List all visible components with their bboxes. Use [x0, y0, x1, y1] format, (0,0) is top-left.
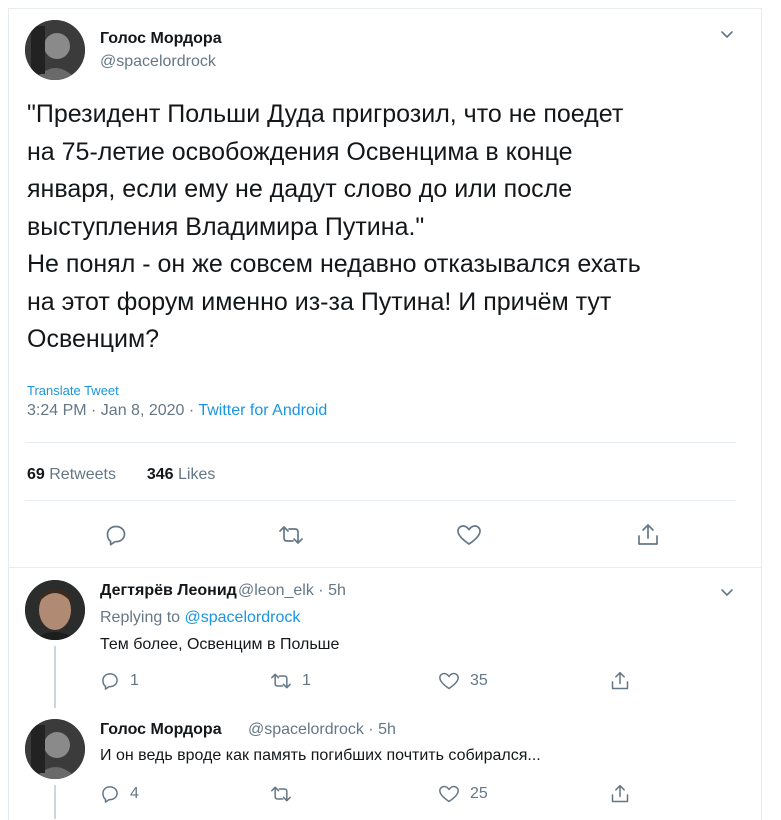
chevron-down-icon[interactable] — [719, 26, 735, 42]
share-icon — [611, 671, 629, 690]
divider — [25, 500, 736, 501]
reply-author-name[interactable]: Дегтярёв Леонид — [100, 582, 237, 600]
reply-count: 4 — [130, 785, 139, 802]
reply-icon — [102, 786, 118, 803]
chevron-down-icon[interactable] — [719, 584, 735, 600]
thread-line — [54, 785, 56, 819]
retweet-button[interactable] — [270, 784, 302, 804]
share-button[interactable] — [610, 670, 630, 692]
like-button[interactable]: 25 — [438, 784, 488, 804]
divider — [8, 567, 761, 568]
retweets-stat[interactable]: 69 Retweets — [27, 466, 116, 483]
reply-author-handle[interactable]: @spacelordrock · 5h — [248, 721, 396, 739]
likes-label: Likes — [178, 466, 216, 483]
reply-author-avatar[interactable] — [25, 580, 85, 640]
tweet-meta: 3:24 PM · Jan 8, 2020 · Twitter for Andr… — [27, 402, 327, 420]
author-avatar[interactable] — [25, 20, 85, 80]
like-button[interactable] — [456, 523, 482, 547]
source-app-link[interactable]: Twitter for Android — [198, 402, 327, 419]
reply-icon — [106, 525, 126, 546]
likes-count: 346 — [146, 466, 174, 483]
retweet-button[interactable]: 1 — [270, 671, 311, 691]
author-name[interactable]: Голос Мордора — [100, 30, 222, 48]
retweets-label: Retweets — [49, 466, 116, 483]
tweet-stats: 69 Retweets 346 Likes — [27, 466, 215, 484]
share-button[interactable] — [610, 783, 630, 805]
author-handle[interactable]: @spacelordrock — [100, 53, 216, 71]
reply-author-name[interactable]: Голос Мордора — [100, 721, 222, 739]
tweet-text-line: Освенцим? — [27, 325, 160, 353]
retweets-count: 69 — [27, 466, 45, 483]
tweet-text: "Президент Польши Дуда пригрозил, что не… — [27, 96, 747, 359]
tweet-text-line: выступления Владимира Путина." — [27, 212, 425, 241]
replying-to: Replying to @spacelordrock — [100, 609, 300, 627]
reply-author-handle[interactable]: @leon_elk · 5h — [238, 582, 346, 600]
like-count: 25 — [470, 785, 488, 802]
share-icon — [611, 784, 629, 803]
retweet-icon — [271, 786, 291, 802]
reply-text: Тем более, Освенцим в Польше — [100, 636, 340, 653]
reply-count: 1 — [130, 672, 139, 689]
tweet-text-line: "Президент Польши Дуда пригрозил, что не… — [27, 100, 624, 128]
retweet-icon — [279, 526, 303, 544]
likes-stat[interactable]: 346 Likes — [147, 466, 216, 483]
reply-text: И он ведь вроде как память погибших почт… — [100, 747, 541, 764]
like-icon — [439, 672, 459, 690]
retweet-button[interactable] — [278, 523, 304, 547]
tweet-text-line: Не понял - он же совсем недавно отказыва… — [27, 250, 641, 278]
replying-to-prefix: Replying to — [100, 609, 185, 626]
tweet-timestamp[interactable]: 3:24 PM · Jan 8, 2020 · — [27, 402, 198, 419]
like-icon — [439, 785, 459, 803]
tweet-text-line: на этот форум именно из-за Путина! И при… — [27, 287, 612, 316]
reply-icon — [102, 673, 118, 690]
reply-author-avatar[interactable] — [25, 719, 85, 779]
reply-button[interactable] — [104, 523, 128, 547]
like-icon — [457, 525, 481, 545]
divider — [25, 442, 736, 443]
share-icon — [638, 524, 658, 545]
replying-to-handle[interactable]: @spacelordrock — [185, 609, 301, 626]
tweet-text-line: января, если ему не дадут слово до или п… — [27, 175, 573, 203]
retweet-icon — [271, 673, 291, 689]
thread-line — [54, 646, 56, 708]
share-button[interactable] — [636, 522, 660, 548]
reply-button[interactable]: 1 — [100, 671, 139, 691]
retweet-count: 1 — [302, 672, 311, 689]
translate-tweet-link[interactable]: Translate Tweet — [27, 383, 119, 398]
like-button[interactable]: 35 — [438, 671, 488, 691]
like-count: 35 — [470, 672, 488, 689]
reply-button[interactable]: 4 — [100, 784, 139, 804]
tweet-text-line: на 75-летие освобождения Освенцима в кон… — [27, 137, 573, 166]
